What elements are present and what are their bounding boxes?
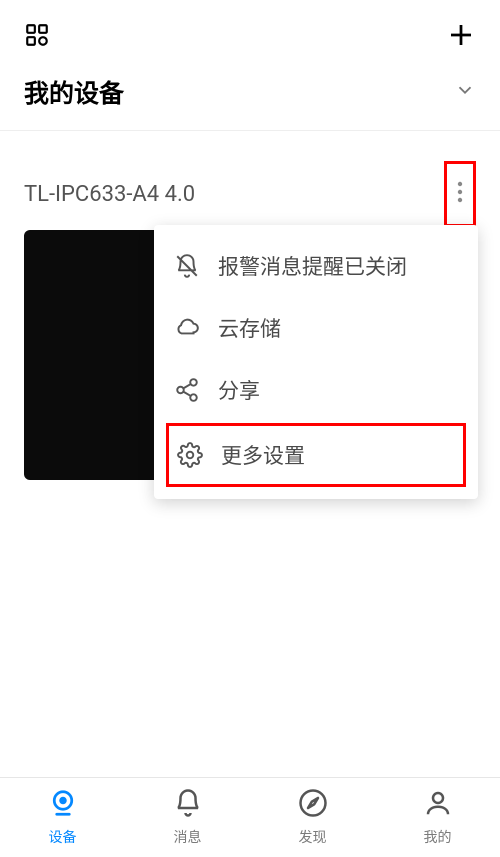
nav-devices[interactable]: 设备 (0, 778, 125, 857)
top-bar (0, 0, 500, 64)
section-title: 我的设备 (24, 74, 124, 110)
user-icon (423, 788, 453, 822)
camera-icon (48, 788, 78, 822)
camera-preview[interactable] (24, 230, 164, 480)
nav-label: 消息 (174, 827, 202, 847)
menu-item-label: 更多设置 (221, 440, 305, 470)
share-icon (174, 377, 200, 403)
nav-mine[interactable]: 我的 (375, 778, 500, 857)
nav-label: 设备 (49, 827, 77, 847)
menu-item-label: 云存储 (218, 313, 281, 343)
add-icon[interactable] (446, 20, 476, 50)
menu-item-alarm[interactable]: 报警消息提醒已关闭 (154, 235, 478, 297)
chevron-down-icon[interactable] (454, 79, 476, 105)
menu-item-share[interactable]: 分享 (154, 359, 478, 421)
menu-item-cloud-storage[interactable]: 云存储 (154, 297, 478, 359)
compass-icon (298, 788, 328, 822)
more-settings-highlight: 更多设置 (166, 423, 466, 487)
nav-messages[interactable]: 消息 (125, 778, 250, 857)
menu-item-label: 分享 (218, 375, 260, 405)
gear-icon (177, 442, 203, 468)
device-menu-popup: 报警消息提醒已关闭 云存储 分享 (154, 225, 478, 499)
nav-label: 发现 (299, 827, 327, 847)
bell-off-icon (174, 253, 200, 279)
menu-item-more-settings[interactable]: 更多设置 (169, 428, 463, 482)
grid-view-icon[interactable] (24, 22, 50, 48)
more-button-highlight (444, 161, 476, 227)
menu-item-label: 报警消息提醒已关闭 (218, 251, 407, 281)
bell-icon (173, 788, 203, 822)
more-vertical-icon[interactable] (453, 183, 467, 214)
nav-discover[interactable]: 发现 (250, 778, 375, 857)
section-header: 我的设备 (0, 64, 500, 131)
device-name: TL-IPC633-A4 4.0 (24, 182, 195, 207)
cloud-icon (174, 315, 200, 341)
bottom-nav: 设备 消息 发现 我的 (0, 777, 500, 857)
nav-label: 我的 (424, 827, 452, 847)
